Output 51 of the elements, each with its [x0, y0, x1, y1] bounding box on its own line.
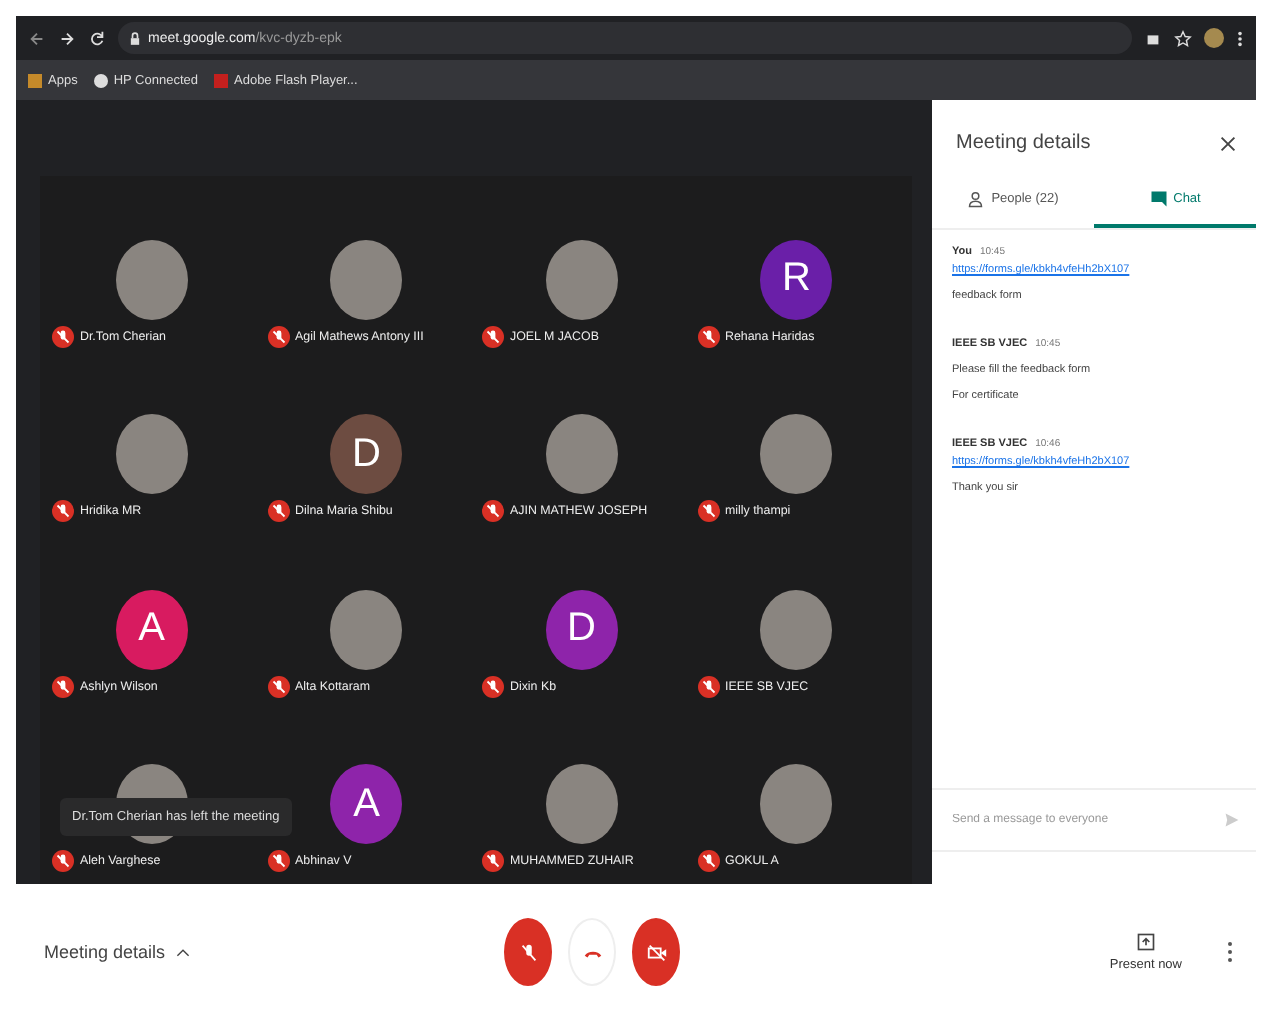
- letter-avatar: D: [330, 414, 403, 494]
- camera-button[interactable]: [632, 918, 680, 986]
- letter-avatar: A: [115, 589, 188, 669]
- back-icon[interactable]: [28, 29, 46, 47]
- more-vert-icon[interactable]: [1236, 29, 1244, 47]
- avatar-placeholder: [760, 589, 833, 669]
- present-icon: [1135, 932, 1156, 952]
- mic-off-icon: [52, 500, 74, 522]
- chat-icon: [1149, 190, 1168, 208]
- avatar-placeholder: [545, 414, 618, 494]
- profile-avatar[interactable]: [1204, 28, 1224, 48]
- mic-off-icon: [482, 325, 504, 347]
- mic-off-icon: [482, 675, 504, 697]
- mic-off-icon: [267, 850, 289, 872]
- caret-up-icon: [175, 947, 190, 957]
- letter-avatar: A: [330, 764, 403, 844]
- mic-off-icon: [52, 675, 74, 697]
- mic-off-icon: [697, 850, 719, 872]
- forward-icon[interactable]: [58, 29, 76, 47]
- mic-off-icon: [52, 325, 74, 347]
- mic-off-icon: [267, 675, 289, 697]
- reload-icon[interactable]: [88, 29, 106, 47]
- avatar-placeholder: [545, 764, 618, 844]
- mic-off-icon: [697, 500, 719, 522]
- mic-off-icon: [482, 500, 504, 522]
- lock-icon: [130, 31, 140, 45]
- mic-off-icon: [482, 850, 504, 872]
- mic-off-icon: [267, 500, 289, 522]
- more-vert-icon[interactable]: [1226, 940, 1234, 964]
- people-icon: [967, 190, 986, 208]
- mic-off-icon: [697, 675, 719, 697]
- avatar-placeholder: [760, 414, 833, 494]
- letter-avatar: R: [760, 239, 833, 319]
- mic-off-icon: [517, 941, 539, 963]
- avatar-placeholder: [330, 239, 403, 319]
- star-icon[interactable]: [1174, 29, 1192, 47]
- letter-avatar: D: [545, 589, 618, 669]
- avatar-placeholder: [760, 764, 833, 844]
- meeting-details-button[interactable]: Meeting details: [44, 942, 504, 962]
- microphone-button[interactable]: [504, 918, 552, 986]
- avatar-placeholder: [330, 589, 403, 669]
- camera-off-icon: [645, 941, 667, 963]
- mic-off-icon: [267, 325, 289, 347]
- close-icon[interactable]: [1220, 135, 1236, 151]
- mic-off-icon: [52, 850, 74, 872]
- mic-off-icon: [697, 325, 719, 347]
- avatar-placeholder: [115, 239, 188, 319]
- avatar-placeholder: [545, 239, 618, 319]
- avatar-placeholder: [115, 414, 188, 494]
- extension-icon[interactable]: [1144, 29, 1162, 47]
- panel-title: Meeting details: [956, 132, 1091, 154]
